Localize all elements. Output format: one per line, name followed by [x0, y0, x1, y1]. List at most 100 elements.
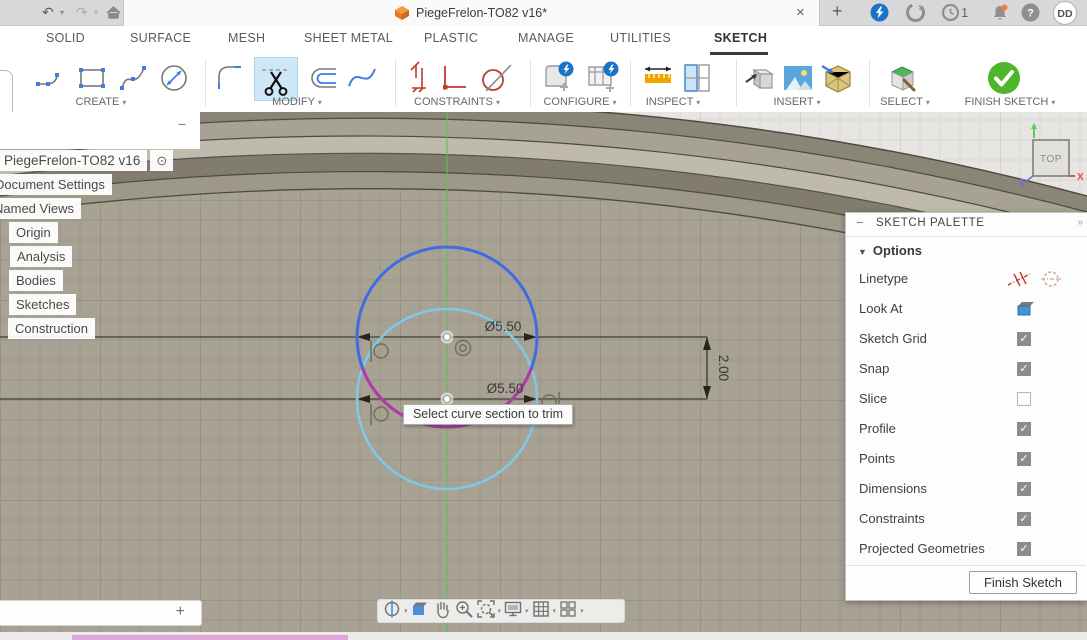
inspect-measure-icon[interactable] [640, 60, 676, 96]
zoom-icon[interactable] [454, 599, 474, 624]
profile-checkbox[interactable]: ✓ [1017, 422, 1031, 436]
grid-icon[interactable] [531, 599, 551, 624]
viewports-dropdown-icon[interactable]: ▾ [580, 607, 584, 615]
browser-header [0, 112, 200, 149]
modify-group-label[interactable]: MODIFY ▾ [222, 96, 372, 108]
dimension-distance[interactable]: 2.00 [716, 355, 731, 381]
palette-minimize-icon[interactable]: − [856, 215, 864, 230]
snap-checkbox[interactable]: ✓ [1017, 362, 1031, 376]
insert-mesh-icon[interactable] [820, 60, 856, 96]
inspect-section-icon[interactable] [678, 60, 714, 96]
close-tab-icon[interactable]: × [796, 0, 805, 25]
view-cube[interactable]: TOP Z X [1015, 118, 1087, 186]
create-group-label[interactable]: CREATE ▾ [26, 96, 176, 108]
undo-dropdown-icon[interactable]: ▾ [60, 0, 64, 25]
finish-sketch-group-label[interactable]: FINISH SKETCH ▾ [930, 96, 1087, 108]
tab-mesh[interactable]: MESH [228, 31, 265, 45]
constraint-perpendicular-icon[interactable] [436, 60, 472, 96]
browser-root-row[interactable]: PiegeFrelon-TO82 v16 ⊙ [0, 150, 173, 171]
pan-icon[interactable] [432, 599, 452, 624]
create-line-icon[interactable] [32, 60, 68, 96]
orbit-dropdown-icon[interactable]: ▾ [404, 607, 408, 615]
fit-icon[interactable] [476, 599, 496, 624]
modify-trim-icon[interactable] [258, 62, 294, 98]
sketch-grid-checkbox[interactable]: ✓ [1017, 332, 1031, 346]
configure-table-icon[interactable] [584, 60, 620, 96]
orbit-icon[interactable] [382, 599, 402, 624]
timeline-bar[interactable]: + [0, 600, 202, 626]
modify-fillet-icon[interactable] [212, 60, 248, 96]
look-at-icon[interactable] [1015, 300, 1035, 322]
viewports-icon[interactable] [558, 599, 578, 624]
linetype-centerline-icon[interactable] [1040, 269, 1062, 294]
constraint-tangent-icon[interactable] [478, 60, 514, 96]
document-tab[interactable]: PiegeFrelon-TO82 v16* × [123, 0, 820, 26]
select-tool-icon[interactable] [884, 60, 920, 96]
create-dimension-icon[interactable] [156, 60, 192, 96]
undo-icon[interactable]: ↶ [42, 0, 54, 25]
browser-item-origin[interactable]: Origin [9, 222, 58, 243]
tab-utilities[interactable]: UTILITIES [610, 31, 671, 45]
palette-row-profile: Profile ✓ [846, 414, 1086, 444]
modify-curve-icon[interactable] [344, 60, 380, 96]
timeline-add-icon[interactable]: + [176, 603, 185, 621]
finish-sketch-button[interactable]: Finish Sketch [969, 571, 1077, 594]
recent-activity-icon[interactable] [941, 3, 960, 27]
display-dropdown-icon[interactable]: ▾ [525, 607, 529, 615]
tab-plastic[interactable]: PLASTIC [424, 31, 478, 45]
help-icon[interactable]: ? [1021, 3, 1040, 27]
tab-sheet-metal[interactable]: SHEET METAL [304, 31, 393, 45]
dimension-diameter-1[interactable]: Ø5.50 [485, 319, 522, 334]
browser-item-document-settings[interactable]: Document Settings [0, 174, 112, 195]
constraints-checkbox[interactable]: ✓ [1017, 512, 1031, 526]
palette-row-points: Points ✓ [846, 444, 1086, 474]
insert-derive-icon[interactable] [742, 60, 778, 96]
tab-surface[interactable]: SURFACE [130, 31, 191, 45]
options-disclosure-icon[interactable]: ▼ [858, 247, 867, 257]
extensions-icon[interactable] [870, 3, 889, 27]
linetype-construction-icon[interactable] [1006, 270, 1032, 293]
palette-footer-divider [846, 565, 1086, 566]
fit-dropdown-icon[interactable]: ▾ [498, 607, 502, 615]
browser-item-sketches[interactable]: Sketches [9, 294, 76, 315]
sketch-palette-header[interactable]: − SKETCH PALETTE » [846, 213, 1087, 237]
dimension-diameter-2[interactable]: Ø5.50 [487, 381, 524, 396]
points-checkbox[interactable]: ✓ [1017, 452, 1031, 466]
finish-sketch-icon[interactable] [986, 60, 1022, 96]
trim-tooltip: Select curve section to trim [403, 404, 573, 425]
palette-expand-icon[interactable]: » [1077, 217, 1083, 228]
tab-manage[interactable]: MANAGE [518, 31, 574, 45]
modify-offset-icon[interactable] [306, 60, 342, 96]
palette-options-section[interactable]: ▼Options [858, 243, 922, 258]
job-status-icon[interactable] [906, 3, 925, 27]
view-cube-face-label[interactable]: TOP [1040, 154, 1062, 165]
grid-dropdown-icon[interactable]: ▾ [553, 607, 557, 615]
insert-canvas-icon[interactable] [780, 60, 816, 96]
constraint-vertical-icon[interactable] [404, 60, 440, 96]
display-settings-icon[interactable] [503, 599, 523, 624]
browser-root-label[interactable]: PiegeFrelon-TO82 v16 [0, 150, 147, 171]
browser-minimize-icon[interactable]: − [172, 114, 192, 134]
tab-solid[interactable]: SOLID [46, 31, 85, 45]
projected-geometries-checkbox[interactable]: ✓ [1017, 542, 1031, 556]
browser-item-bodies[interactable]: Bodies [9, 270, 63, 291]
home-icon[interactable] [106, 5, 121, 25]
dimensions-checkbox[interactable]: ✓ [1017, 482, 1031, 496]
browser-item-construction[interactable]: Construction [8, 318, 95, 339]
create-spline-icon[interactable] [116, 60, 152, 96]
tab-sketch[interactable]: SKETCH [714, 31, 767, 45]
sketch-palette-panel: − SKETCH PALETTE » ▼Options Linetype Loo… [845, 212, 1087, 601]
configure-feature-icon[interactable] [540, 60, 576, 96]
redo-icon[interactable]: ↷ [76, 0, 88, 25]
create-rectangle-icon[interactable] [74, 60, 110, 96]
activity-count: 1 [961, 0, 968, 25]
look-at-icon[interactable] [410, 599, 430, 624]
browser-item-named-views[interactable]: Named Views [0, 198, 81, 219]
notifications-bell-icon[interactable] [990, 3, 1010, 28]
slice-checkbox[interactable] [1017, 392, 1031, 406]
browser-item-analysis[interactable]: Analysis [10, 246, 72, 267]
redo-dropdown-icon[interactable]: ▾ [94, 0, 98, 25]
new-tab-icon[interactable]: + [832, 0, 843, 24]
visibility-icon[interactable]: ⊙ [150, 150, 173, 171]
user-avatar[interactable]: DD [1053, 1, 1077, 25]
